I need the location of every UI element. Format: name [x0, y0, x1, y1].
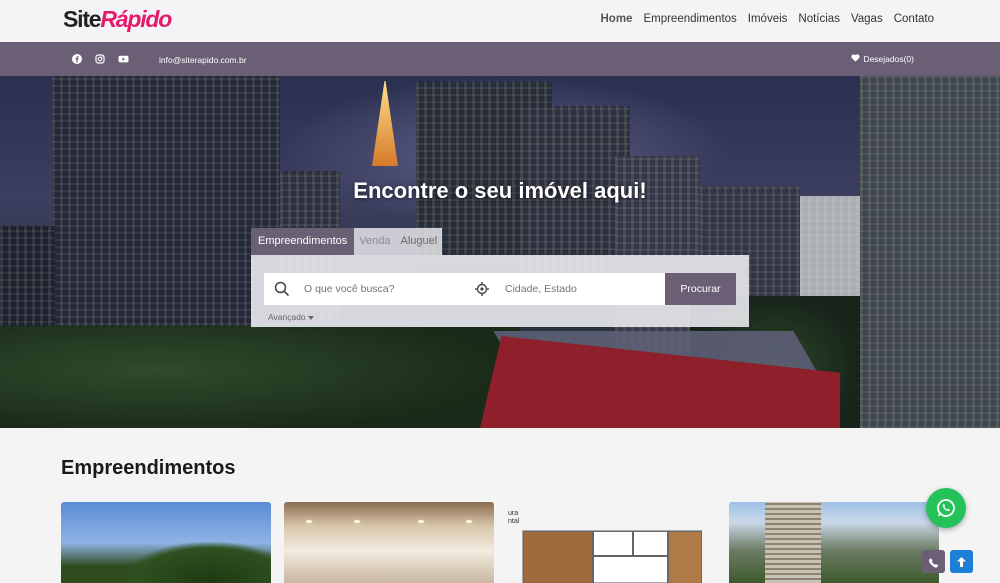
- search-panel: Procurar Avançado: [251, 255, 749, 327]
- whatsapp-button[interactable]: [926, 488, 966, 528]
- search-button[interactable]: Procurar: [665, 273, 736, 305]
- top-bar: info@siterapido.com.br Desejados(0): [0, 42, 1000, 76]
- card-image-floorplan: [522, 530, 702, 583]
- contact-email[interactable]: info@siterapido.com.br: [159, 55, 247, 65]
- card-plan-label-line: ura: [508, 510, 519, 517]
- social-links: [72, 54, 129, 64]
- nav-contato[interactable]: Contato: [894, 13, 934, 25]
- advanced-search-toggle[interactable]: Avançado: [268, 312, 314, 322]
- floorplan-room: [633, 531, 668, 556]
- location-input[interactable]: [505, 273, 660, 305]
- location-target-icon: [474, 281, 490, 297]
- search-bar: Procurar: [264, 273, 736, 305]
- youtube-icon[interactable]: [118, 54, 129, 64]
- floorplan-room: [593, 531, 633, 556]
- card-image-trees: [121, 542, 271, 583]
- wishlist-link[interactable]: Desejados(0): [851, 54, 914, 64]
- card-image-light: [466, 520, 472, 523]
- development-card[interactable]: [61, 502, 271, 583]
- caret-down-icon: [307, 315, 314, 320]
- site-logo[interactable]: SiteRápido: [63, 6, 172, 33]
- nav-imoveis[interactable]: Imóveis: [748, 13, 788, 25]
- site-header: SiteRápido Home Empreendimentos Imóveis …: [0, 0, 1000, 42]
- development-card[interactable]: [729, 502, 939, 583]
- hero-building: [52, 76, 280, 346]
- hero-building: [860, 76, 1000, 428]
- search-input[interactable]: [304, 273, 469, 305]
- main-nav: Home Empreendimentos Imóveis Notícias Va…: [601, 13, 935, 25]
- facebook-icon[interactable]: [72, 54, 82, 64]
- floorplan-room: [523, 531, 593, 583]
- tab-aluguel[interactable]: Aluguel: [395, 228, 443, 255]
- section-title: Empreendimentos: [61, 457, 236, 479]
- card-image-light: [306, 520, 312, 523]
- advanced-label: Avançado: [268, 312, 306, 322]
- search-icon: [274, 281, 290, 297]
- development-card[interactable]: [284, 502, 494, 583]
- phone-icon: [928, 556, 939, 574]
- logo-text-part2: Rápido: [100, 6, 172, 32]
- hero-trees: [0, 326, 520, 428]
- hero-title: Encontre o seu imóvel aqui!: [353, 178, 647, 203]
- hero-banner: Encontre o seu imóvel aqui! Empreendimen…: [0, 76, 1000, 428]
- card-image-light: [418, 520, 424, 523]
- nav-empreendimentos[interactable]: Empreendimentos: [643, 13, 736, 25]
- phone-button[interactable]: [922, 550, 945, 573]
- search-tabs: Empreendimentos Venda Aluguel: [251, 228, 443, 255]
- card-image-tower: [765, 502, 821, 583]
- nav-noticias[interactable]: Notícias: [798, 13, 840, 25]
- nav-vagas[interactable]: Vagas: [851, 13, 883, 25]
- tab-empreendimentos[interactable]: Empreendimentos: [251, 228, 355, 255]
- logo-text-part1: Site: [63, 6, 102, 32]
- arrow-up-icon: [956, 555, 967, 573]
- wishlist-label: Desejados(0): [863, 54, 914, 64]
- card-image-light: [354, 520, 360, 523]
- nav-home[interactable]: Home: [601, 13, 633, 25]
- card-plan-label-line: ntal: [508, 518, 520, 525]
- floorplan-room: [668, 531, 702, 583]
- whatsapp-icon: [936, 498, 956, 523]
- scroll-top-button[interactable]: [950, 550, 973, 573]
- heart-icon: [851, 54, 861, 64]
- floorplan-room: [593, 556, 668, 583]
- tab-venda[interactable]: Venda: [354, 228, 396, 255]
- card-plan-label: ura ntal: [508, 510, 519, 526]
- development-card[interactable]: ura ntal: [506, 502, 716, 583]
- instagram-icon[interactable]: [95, 54, 105, 64]
